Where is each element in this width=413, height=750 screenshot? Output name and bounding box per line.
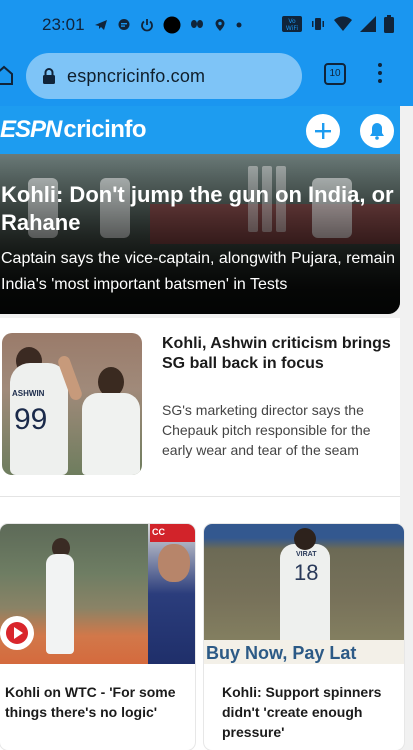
plus-icon (315, 123, 331, 139)
thumbnail-figure (294, 528, 316, 550)
vibrate-icon (310, 16, 326, 32)
story-card[interactable]: ASHWIN 99 Kohli, Ashwin criticism brings… (0, 318, 400, 496)
thumbnail-figure (158, 544, 190, 582)
status-bar: 23:01 Vo WiFi (0, 0, 413, 48)
bell-icon (370, 123, 384, 140)
home-icon[interactable] (0, 64, 14, 86)
tab-switcher-button[interactable]: 10 (324, 63, 346, 85)
svg-text:Vo: Vo (288, 18, 296, 25)
site-header: ESPN cricinfo (0, 106, 400, 154)
signal-icon (360, 16, 376, 32)
jersey-name: VIRAT (296, 551, 317, 558)
url-bar[interactable]: espncricinfo.com (26, 53, 302, 99)
url-text[interactable]: espncricinfo.com (67, 66, 205, 87)
thumbnail-figure (82, 393, 140, 475)
vowifi-icon: Vo WiFi (282, 16, 302, 32)
power-icon (140, 18, 154, 32)
svg-text:WiFi: WiFi (286, 25, 298, 32)
battery-icon (384, 15, 394, 33)
card-headline[interactable]: Kohli: Support spinners didn't 'create e… (222, 682, 400, 742)
ad-banner-text: Buy Now, Pay Lat (204, 640, 404, 664)
play-icon[interactable] (0, 616, 34, 650)
card-headline[interactable]: Kohli on WTC - 'For some things there's … (5, 682, 191, 722)
logo-cricinfo: cricinfo (63, 116, 147, 143)
location-icon (213, 18, 227, 32)
overflow-menu-icon[interactable] (373, 63, 387, 87)
thumbnail-figure: ASHWIN 99 (10, 363, 68, 475)
jersey-number: 99 (14, 403, 48, 436)
hero-story[interactable]: Kohli: Don't jump the gun on India, or R… (0, 154, 400, 314)
lock-icon (42, 67, 56, 85)
card-thumbnail[interactable]: VIRAT 18 Buy Now, Pay Lat (204, 524, 404, 664)
system-icons: Vo WiFi (282, 15, 394, 33)
telegram-icon (94, 18, 108, 32)
chat-icon (117, 18, 131, 32)
story-card-small[interactable]: VIRAT 18 Buy Now, Pay Lat Kohli: Support… (204, 524, 404, 750)
espncricinfo-logo[interactable]: ESPN cricinfo (0, 116, 147, 143)
video-card[interactable]: CC Kohli on WTC - 'For some things there… (0, 524, 195, 750)
hero-headline[interactable]: Kohli: Don't jump the gun on India, or R… (1, 181, 397, 237)
small-dot-icon (236, 22, 242, 28)
story-headline[interactable]: Kohli, Ashwin criticism brings SG ball b… (162, 334, 394, 374)
notification-icons (94, 16, 242, 34)
status-time: 23:01 (42, 15, 85, 34)
browser-toolbar: espncricinfo.com 10 (0, 48, 413, 106)
story-summary: SG's marketing director says the Chepauk… (162, 402, 371, 458)
story-thumbnail[interactable]: ASHWIN 99 (2, 333, 142, 475)
jersey-name: ASHWIN (12, 389, 45, 398)
card-thumbnail[interactable]: CC (0, 524, 195, 664)
wifi-icon (334, 16, 352, 32)
butterfly-icon (190, 18, 204, 32)
dot-icon (163, 16, 181, 34)
image-tag: CC (150, 524, 195, 542)
jersey-number: 18 (294, 560, 319, 585)
hero-summary: Captain says the vice-captain, alongwith… (1, 250, 395, 293)
add-button[interactable] (306, 114, 340, 148)
logo-espn: ESPN (0, 116, 62, 143)
thumbnail-figure (46, 554, 74, 654)
notifications-button[interactable] (360, 114, 394, 148)
